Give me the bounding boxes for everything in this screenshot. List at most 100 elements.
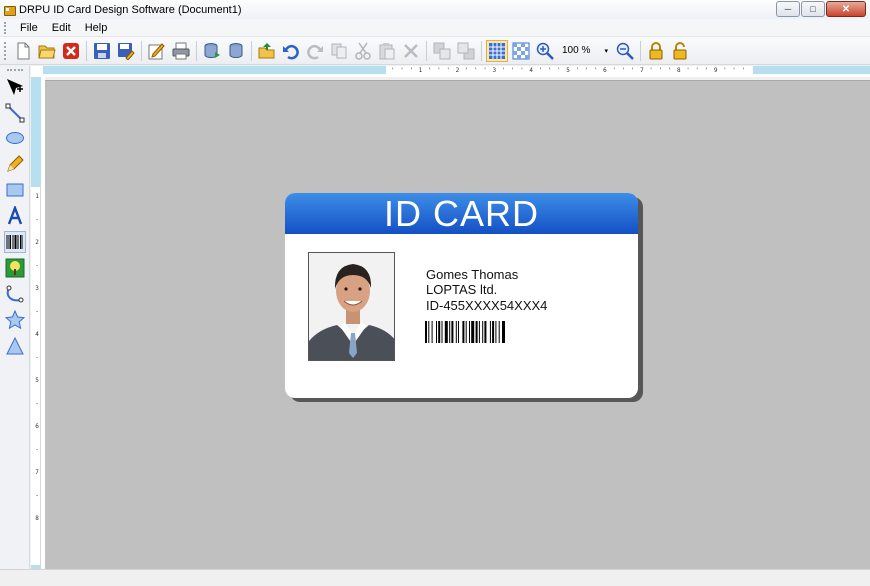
star-tool[interactable] bbox=[4, 309, 26, 331]
text-tool[interactable] bbox=[4, 205, 26, 227]
rectangle-tool[interactable] bbox=[4, 179, 26, 201]
open-button[interactable] bbox=[36, 40, 58, 62]
card-title[interactable]: ID CARD bbox=[384, 193, 539, 234]
text-icon bbox=[7, 206, 23, 225]
toolbar-separator bbox=[196, 40, 197, 61]
app-icon bbox=[3, 4, 16, 16]
menu-edit[interactable]: Edit bbox=[45, 22, 78, 34]
image-tool[interactable] bbox=[4, 257, 26, 279]
close-button[interactable]: ✕ bbox=[826, 1, 866, 17]
copy-button[interactable] bbox=[328, 40, 350, 62]
rectangle-icon bbox=[6, 183, 24, 197]
id-card[interactable]: ID CARD Gomes Thomas LOPTAS ltd. ID-455X… bbox=[285, 193, 638, 398]
cut-button[interactable] bbox=[352, 40, 374, 62]
ruler-tick: 2 bbox=[35, 239, 39, 246]
undo-button[interactable] bbox=[280, 40, 302, 62]
triangle-tool[interactable] bbox=[4, 335, 26, 357]
barcode-bar bbox=[478, 321, 480, 343]
toolbox-grip bbox=[7, 69, 23, 72]
ruler-tick: 3 bbox=[35, 285, 39, 292]
new-button[interactable] bbox=[12, 40, 34, 62]
zoom-select[interactable]: 100 % ▾ bbox=[559, 42, 611, 60]
close-doc-button[interactable] bbox=[60, 40, 82, 62]
card-id-number[interactable]: ID-455XXXX54XXX4 bbox=[426, 298, 547, 313]
toolbar-separator bbox=[640, 40, 641, 61]
barcode-bar bbox=[489, 321, 491, 343]
export-button[interactable] bbox=[201, 40, 223, 62]
toolbar-separator bbox=[141, 40, 142, 61]
print-button[interactable] bbox=[170, 40, 192, 62]
barcode-bar bbox=[469, 321, 470, 343]
barcode-tool[interactable] bbox=[4, 231, 26, 253]
curve-tool[interactable] bbox=[4, 283, 26, 305]
pattern-icon bbox=[512, 42, 530, 59]
menu-file[interactable]: File bbox=[13, 22, 45, 34]
send-back-icon bbox=[457, 42, 475, 59]
toolbar-separator bbox=[251, 40, 252, 61]
barcode-bar bbox=[428, 321, 430, 343]
chevron-down-icon: ▾ bbox=[604, 47, 608, 55]
ruler-tick: 6 bbox=[35, 423, 39, 430]
barcode-bar bbox=[495, 321, 497, 343]
paste-button[interactable] bbox=[376, 40, 398, 62]
save-button[interactable] bbox=[91, 40, 113, 62]
maximize-button[interactable]: □ bbox=[801, 1, 825, 17]
save-icon bbox=[94, 42, 110, 59]
zoom-value: 100 % bbox=[562, 45, 591, 56]
zoom-in-button[interactable] bbox=[534, 40, 556, 62]
pencil-tool[interactable] bbox=[4, 153, 26, 175]
toolbar-separator bbox=[481, 40, 482, 61]
barcode-bar bbox=[498, 321, 500, 343]
barcode-bar bbox=[431, 321, 433, 343]
barcode-bar bbox=[455, 321, 457, 343]
edit-button[interactable] bbox=[146, 40, 168, 62]
send-back-button[interactable] bbox=[455, 40, 477, 62]
pattern-button[interactable] bbox=[510, 40, 532, 62]
barcode-bar bbox=[475, 321, 478, 343]
barcode-bar bbox=[451, 321, 454, 343]
copy-icon bbox=[331, 43, 347, 58]
line-tool[interactable] bbox=[4, 102, 26, 124]
main-toolbar: 100 % ▾ bbox=[0, 37, 870, 65]
delete-icon bbox=[404, 43, 418, 58]
redo-button[interactable] bbox=[304, 40, 326, 62]
select-tool[interactable] bbox=[4, 76, 26, 98]
grid-icon bbox=[489, 42, 505, 59]
print-icon bbox=[172, 42, 190, 59]
delete-button[interactable] bbox=[400, 40, 422, 62]
unlock-icon bbox=[673, 41, 687, 59]
menu-help[interactable]: Help bbox=[78, 22, 115, 34]
card-photo[interactable] bbox=[308, 252, 395, 361]
grid-button[interactable] bbox=[486, 39, 508, 62]
barcode-bar bbox=[449, 321, 451, 343]
card-header: ID CARD bbox=[285, 193, 638, 234]
ruler-tick: - bbox=[35, 262, 39, 269]
import-button[interactable] bbox=[225, 40, 247, 62]
ruler-ticks: 1 - 2 - 3 - 4 - 5 - 6 - 7 - 8 bbox=[33, 192, 41, 537]
lock-icon bbox=[649, 41, 663, 59]
curve-icon bbox=[6, 285, 24, 303]
save-as-button[interactable] bbox=[115, 40, 137, 62]
title-bar: DRPU ID Card Design Software (Document1)… bbox=[0, 0, 870, 19]
card-company[interactable]: LOPTAS ltd. bbox=[426, 282, 497, 297]
select-icon bbox=[7, 79, 23, 95]
card-barcode[interactable] bbox=[425, 321, 540, 343]
zoom-out-button[interactable] bbox=[614, 40, 636, 62]
edit-icon bbox=[148, 42, 165, 59]
barcode-bar bbox=[471, 321, 475, 343]
card-name[interactable]: Gomes Thomas bbox=[426, 267, 518, 282]
minimize-button[interactable]: ─ bbox=[776, 1, 800, 17]
ruler-tick: 1 bbox=[35, 193, 39, 200]
lock-button[interactable] bbox=[645, 40, 667, 62]
toolbar-separator bbox=[86, 40, 87, 61]
new-icon bbox=[17, 42, 30, 59]
status-bar bbox=[0, 569, 870, 586]
barcode-bar bbox=[482, 321, 484, 343]
unlock-button[interactable] bbox=[669, 40, 691, 62]
save-as-icon bbox=[118, 42, 135, 60]
ellipse-tool[interactable] bbox=[4, 127, 26, 149]
open-folder-button[interactable] bbox=[256, 40, 278, 62]
open-icon bbox=[38, 45, 56, 58]
ruler-margin bbox=[753, 66, 870, 74]
bring-front-button[interactable] bbox=[431, 40, 453, 62]
